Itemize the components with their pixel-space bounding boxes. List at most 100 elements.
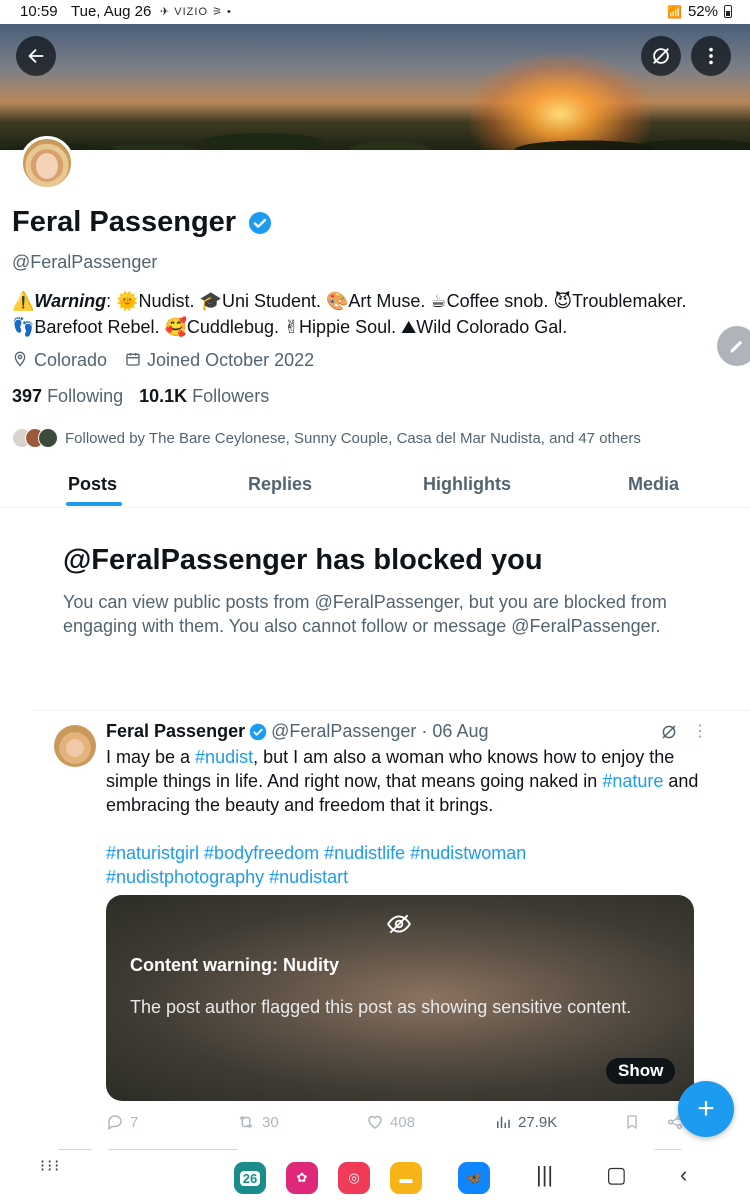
tab-media[interactable]: Media <box>628 474 679 495</box>
following-link[interactable]: 397 Following <box>12 386 123 407</box>
tab-replies[interactable]: Replies <box>248 474 312 495</box>
profile-avatar[interactable] <box>20 136 74 190</box>
profile-bio: ⚠️Warning: 🌞Nudist. 🎓Uni Student. 🎨Art M… <box>12 288 742 340</box>
bio-line-1-text: : 🌞Nudist. 🎓Uni Student. 🎨Art Muse. ☕Cof… <box>106 291 687 311</box>
views-count: 27.9K <box>518 1113 558 1131</box>
plus-icon: + <box>697 1092 715 1125</box>
more-vertical-icon: ⋮ <box>692 723 708 740</box>
hashtag-link[interactable]: #nature <box>602 771 663 791</box>
repost-count: 30 <box>262 1113 279 1131</box>
hashtags-line-1[interactable]: #naturistgirl #bodyfreedom #nudistlife #… <box>106 841 706 865</box>
calendar-app-icon[interactable]: 26 <box>234 1162 266 1194</box>
battery-percent: 52% <box>687 3 718 20</box>
content-warning-description: The post author flagged this post as sho… <box>130 997 632 1017</box>
bluesky-app-icon[interactable]: 🦋 <box>458 1162 490 1194</box>
following-label: Following <box>47 386 124 406</box>
location-pin-icon <box>14 351 26 367</box>
repost-icon <box>239 1115 253 1129</box>
tweet-more-button[interactable]: ⋮ <box>692 721 708 741</box>
like-button[interactable]: 408 <box>366 1113 415 1131</box>
calendar-day: 26 <box>239 1170 261 1186</box>
tab-posts[interactable]: Posts <box>68 474 117 495</box>
app-drawer-button[interactable]: ⁝⁝⁝ <box>40 1159 61 1175</box>
calendar-icon <box>126 353 140 366</box>
followers-count: 10.1K <box>139 386 188 406</box>
grid-icon: ⁝⁝⁝ <box>40 1158 62 1175</box>
camera-icon: ◎ <box>348 1170 360 1185</box>
followed-by-text: Followed by The Bare Ceylonese, Sunny Co… <box>65 429 641 447</box>
reply-icon <box>108 1115 122 1131</box>
home-icon: ▢ <box>606 1162 627 1187</box>
views-chart-icon <box>497 1116 510 1128</box>
repost-button[interactable]: 30 <box>236 1113 279 1131</box>
butterfly-icon: 🦋 <box>465 1170 483 1185</box>
views-button[interactable]: 27.9K <box>494 1113 557 1131</box>
more-vertical-icon <box>709 47 713 65</box>
files-app-icon[interactable]: ▬ <box>390 1162 422 1194</box>
flower-icon: ✿ <box>296 1170 308 1185</box>
followers-label: Followers <box>192 386 270 406</box>
reply-count: 7 <box>130 1113 139 1131</box>
hashtags-line-2[interactable]: #nudistphotography #nudistart <box>106 865 706 889</box>
hashtag-link[interactable]: #nudist <box>195 747 253 767</box>
android-navigation-bar: ⁝⁝⁝ 26 ✿ ◎ ▬ 🦋 ||| ▢ ‹ <box>0 1150 750 1200</box>
location-text: Colorado <box>34 350 108 370</box>
status-time: 10:59 <box>20 3 58 20</box>
content-warning-title: Content warning: Nudity <box>130 955 339 975</box>
followers-link[interactable]: 10.1K Followers <box>139 386 269 407</box>
active-tab-indicator <box>66 502 122 506</box>
bio-line-1: ⚠️Warning: 🌞Nudist. 🎓Uni Student. 🎨Art M… <box>12 291 687 311</box>
tweet[interactable]: Feral Passenger @FeralPassenger · 06 Aug… <box>32 710 750 1140</box>
grok-button[interactable] <box>641 36 681 76</box>
verified-badge-icon <box>249 723 267 741</box>
back-button[interactable] <box>16 36 56 76</box>
display-name-text: Feral Passenger <box>12 206 237 238</box>
compose-post-button[interactable]: + <box>678 1081 734 1137</box>
heart-icon <box>368 1115 382 1129</box>
follower-avatars <box>12 428 58 448</box>
camera-app-icon[interactable]: ◎ <box>338 1162 370 1194</box>
profile-display-name: Feral Passenger <box>12 206 272 239</box>
follower-avatar <box>38 428 58 448</box>
bio-line-2: 👣Barefoot Rebel. 🥰Cuddlebug. ✌Hippie Sou… <box>12 317 568 337</box>
sensitive-media: Content warning: Nudity The post author … <box>106 895 694 1101</box>
status-date: Tue, Aug 26 <box>71 3 152 20</box>
following-count: 397 <box>12 386 43 406</box>
bookmark-button[interactable] <box>624 1113 640 1131</box>
status-bar: 10:59 Tue, Aug 26 ✈ VIZIO ⚞ • 📶 52% <box>0 0 750 24</box>
profile-handle: @FeralPassenger <box>12 252 158 272</box>
edit-pencil-button[interactable] <box>717 326 750 366</box>
blocked-description: You can view public posts from @FeralPas… <box>63 592 667 636</box>
profile-banner <box>0 24 750 150</box>
tweet-avatar[interactable] <box>54 725 96 767</box>
joined-date: Joined October 2022 <box>125 350 314 371</box>
chevron-left-icon: ‹ <box>680 1162 688 1187</box>
pencil-icon <box>730 340 743 353</box>
tweet-author-name[interactable]: Feral Passenger <box>106 721 245 742</box>
more-options-button[interactable] <box>691 36 731 76</box>
tweet-header: Feral Passenger @FeralPassenger · 06 Aug <box>106 721 488 742</box>
flower-app-icon[interactable]: ✿ <box>286 1162 318 1194</box>
tweet-grok-button[interactable] <box>660 723 678 746</box>
grok-icon <box>653 48 669 64</box>
home-button[interactable]: ▢ <box>606 1162 627 1188</box>
recents-icon: ||| <box>536 1162 554 1187</box>
blocked-title: @FeralPassenger has blocked you <box>63 544 543 576</box>
tweet-text: I may be a #nudist, but I am also a woma… <box>106 745 706 889</box>
avatar-face <box>36 153 58 179</box>
battery-icon <box>724 5 732 18</box>
show-media-button[interactable]: Show <box>606 1058 676 1084</box>
eye-slash-icon <box>386 911 412 942</box>
recent-apps-button[interactable]: ||| <box>536 1162 553 1188</box>
tweet-handle-date: @FeralPassenger · 06 Aug <box>271 721 489 741</box>
arrow-left-icon <box>28 48 44 64</box>
wifi-icon: 📶 <box>667 4 682 19</box>
followed-by[interactable]: Followed by The Bare Ceylonese, Sunny Co… <box>12 428 641 448</box>
banner-trees <box>0 70 750 150</box>
location: Colorado <box>12 350 107 371</box>
tab-highlights[interactable]: Highlights <box>423 474 511 495</box>
back-nav-button[interactable]: ‹ <box>680 1162 687 1188</box>
tweet-text-part: I may be a <box>106 747 196 767</box>
bio-warning-label: Warning <box>34 291 107 311</box>
reply-button[interactable]: 7 <box>106 1113 138 1131</box>
